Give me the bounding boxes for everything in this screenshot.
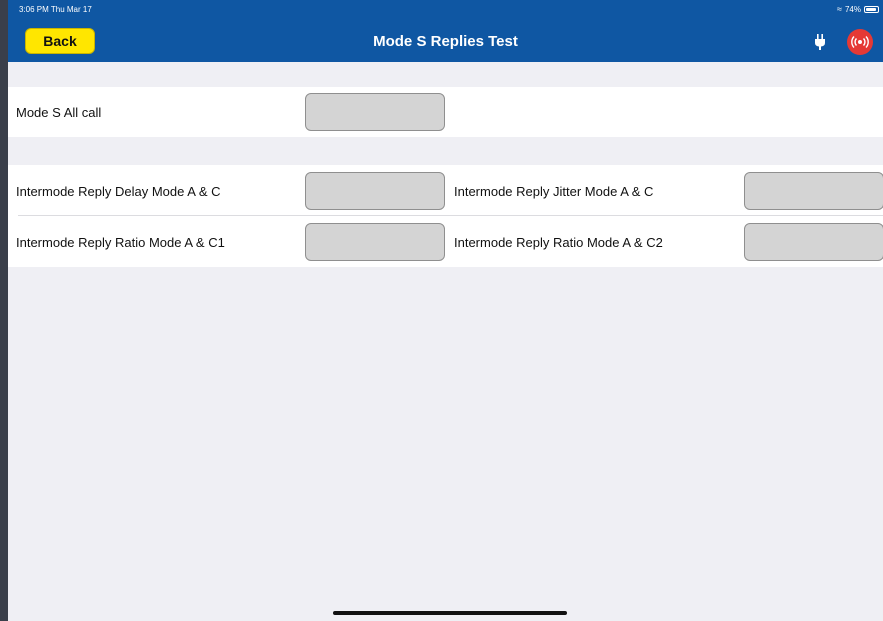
reply-delay-label: Intermode Reply Delay Mode A & C xyxy=(16,184,221,199)
wifi-icon: ≈ xyxy=(837,4,842,14)
navigation-bar: 3:06 PM Thu Mar 17 ≈ 74% Back Mode S Rep… xyxy=(8,0,883,62)
all-call-field[interactable] xyxy=(305,93,445,131)
reply-ratio-c2-field[interactable] xyxy=(744,223,883,261)
reply-ratio-c1-field[interactable] xyxy=(305,223,445,261)
plug-icon[interactable] xyxy=(813,33,827,51)
reply-jitter-label: Intermode Reply Jitter Mode A & C xyxy=(454,184,654,199)
battery-percent: 74% xyxy=(844,4,861,14)
status-time: 3:06 PM Thu Mar 17 xyxy=(19,5,92,14)
app-screen: 3:06 PM Thu Mar 17 ≈ 74% Back Mode S Rep… xyxy=(8,0,883,621)
intermode-section: Intermode Reply Delay Mode A & C Intermo… xyxy=(8,165,883,267)
broadcast-icon[interactable] xyxy=(847,29,873,55)
battery-icon xyxy=(864,5,879,13)
row-divider xyxy=(18,215,883,216)
reply-ratio-c1-label: Intermode Reply Ratio Mode A & C1 xyxy=(16,235,225,250)
reply-jitter-field[interactable] xyxy=(744,172,883,210)
broadcast-waves-icon xyxy=(851,36,869,48)
reply-delay-field[interactable] xyxy=(305,172,445,210)
all-call-row: Mode S All call xyxy=(8,87,883,137)
page-title: Mode S Replies Test xyxy=(373,33,518,50)
status-indicators: ≈ 74% xyxy=(837,4,879,14)
home-indicator[interactable] xyxy=(333,611,567,615)
reply-ratio-c2-label: Intermode Reply Ratio Mode A & C2 xyxy=(454,235,663,250)
all-call-label: Mode S All call xyxy=(16,105,102,120)
